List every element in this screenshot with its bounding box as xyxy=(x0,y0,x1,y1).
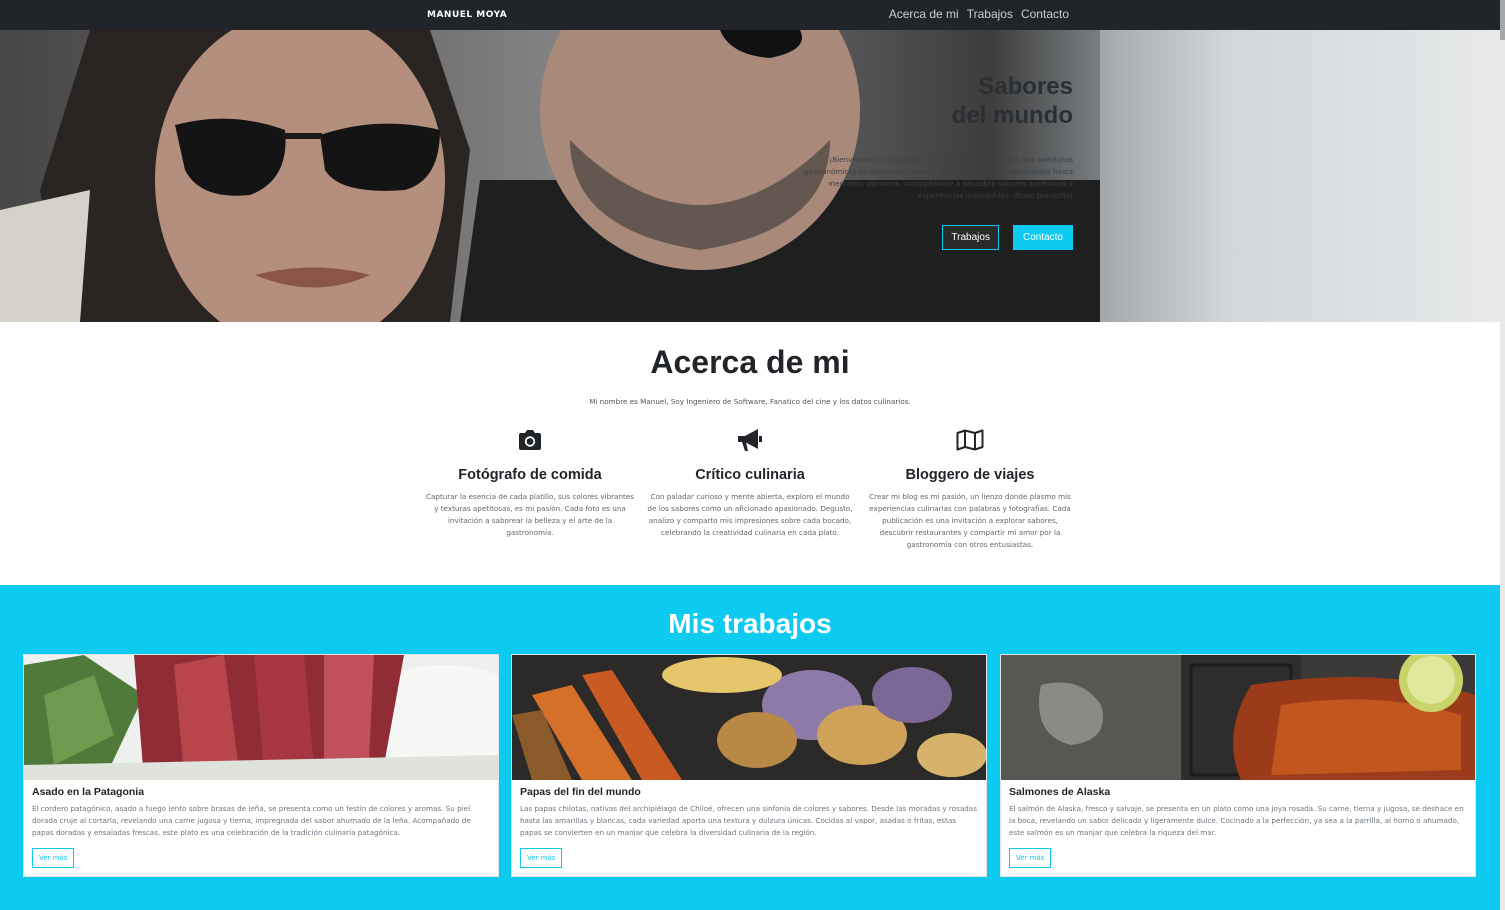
scrollbar-thumb[interactable] xyxy=(1500,0,1505,40)
see-more-button[interactable]: Ver más xyxy=(520,848,563,868)
card-text: El salmón de Alaska, fresco y salvaje, s… xyxy=(1009,804,1464,837)
hero-title-line1: Sabores xyxy=(978,73,1073,100)
hero-section: Sabores del mundo ¡Bienvenidos a mi pasi… xyxy=(0,30,1500,322)
feature-title: Bloggero de viajes xyxy=(905,467,1035,483)
nav-link-contact[interactable]: Contacto xyxy=(1021,7,1069,21)
nav-link-about[interactable]: Acerca de mi xyxy=(889,7,959,21)
card-body: Papas del fin del mundo Las papas chilot… xyxy=(520,786,978,839)
feature-food-critic: Crítico culinaria Con paladar curioso y … xyxy=(645,426,855,539)
feature-text: Capturar la esencia de cada platillo, su… xyxy=(425,492,635,537)
brand-logo[interactable]: MANUEL MOYA xyxy=(427,10,507,20)
hero-contact-button[interactable]: Contacto xyxy=(1012,225,1073,250)
feature-title: Fotógrafo de comida xyxy=(458,467,602,483)
nav-link-works[interactable]: Trabajos xyxy=(967,7,1013,21)
map-icon xyxy=(865,426,1075,454)
card-title: Papas del fin del mundo xyxy=(520,786,641,798)
about-title: Acerca de mi xyxy=(650,344,850,380)
page-scrollbar[interactable] xyxy=(1500,0,1505,910)
feature-text: Crear mi blog es mi pasión, un lienzo do… xyxy=(869,492,1071,549)
works-title: Mis trabajos xyxy=(668,608,832,639)
work-card: Salmones de Alaska El salmón de Alaska, … xyxy=(1000,654,1476,877)
see-more-button[interactable]: Ver más xyxy=(1009,848,1052,868)
hero-title-line2: del mundo xyxy=(951,102,1073,129)
card-text: El cordero patagónico, asado a fuego len… xyxy=(32,804,471,837)
hero-title: Sabores del mundo xyxy=(952,72,1073,130)
see-more-button[interactable]: Ver más xyxy=(32,848,75,868)
feature-travel-blogger: Bloggero de viajes Crear mi blog es mi p… xyxy=(865,426,1075,551)
card-text: Las papas chilotas, nativas del archipié… xyxy=(520,804,977,837)
feature-food-photographer: Fotógrafo de comida Capturar la esencia … xyxy=(425,426,635,539)
card-title: Salmones de Alaska xyxy=(1009,786,1111,798)
feature-title: Crítico culinaria xyxy=(695,467,805,483)
card-image-asado xyxy=(24,655,498,780)
work-card: Asado en la Patagonia El cordero patagón… xyxy=(23,654,499,877)
about-subtitle: Mi nombre es Manuel, Soy Ingeniero de So… xyxy=(589,397,911,406)
card-title: Asado en la Patagonia xyxy=(32,786,145,798)
megaphone-icon xyxy=(645,426,855,454)
works-section: Mis trabajos Asado en la Patagonia El co… xyxy=(0,585,1500,910)
nav-links: Acerca de mi Trabajos Contacto xyxy=(889,7,1069,21)
card-image-salmon xyxy=(1001,655,1475,780)
hero-description: ¡Bienvenidos a mi pasión culinaria! Aquí… xyxy=(803,155,1073,200)
work-card: Papas del fin del mundo Las papas chilot… xyxy=(511,654,987,877)
card-body: Salmones de Alaska El salmón de Alaska, … xyxy=(1009,786,1467,839)
hero-buttons: Trabajos Contacto xyxy=(942,225,1073,250)
card-image-papas xyxy=(512,655,986,780)
feature-text: Con paladar curioso y mente abierta, exp… xyxy=(647,492,853,537)
top-navbar: MANUEL MOYA Acerca de mi Trabajos Contac… xyxy=(0,0,1500,30)
camera-icon xyxy=(425,426,635,454)
card-body: Asado en la Patagonia El cordero patagón… xyxy=(32,786,490,839)
hero-works-button[interactable]: Trabajos xyxy=(942,225,999,250)
